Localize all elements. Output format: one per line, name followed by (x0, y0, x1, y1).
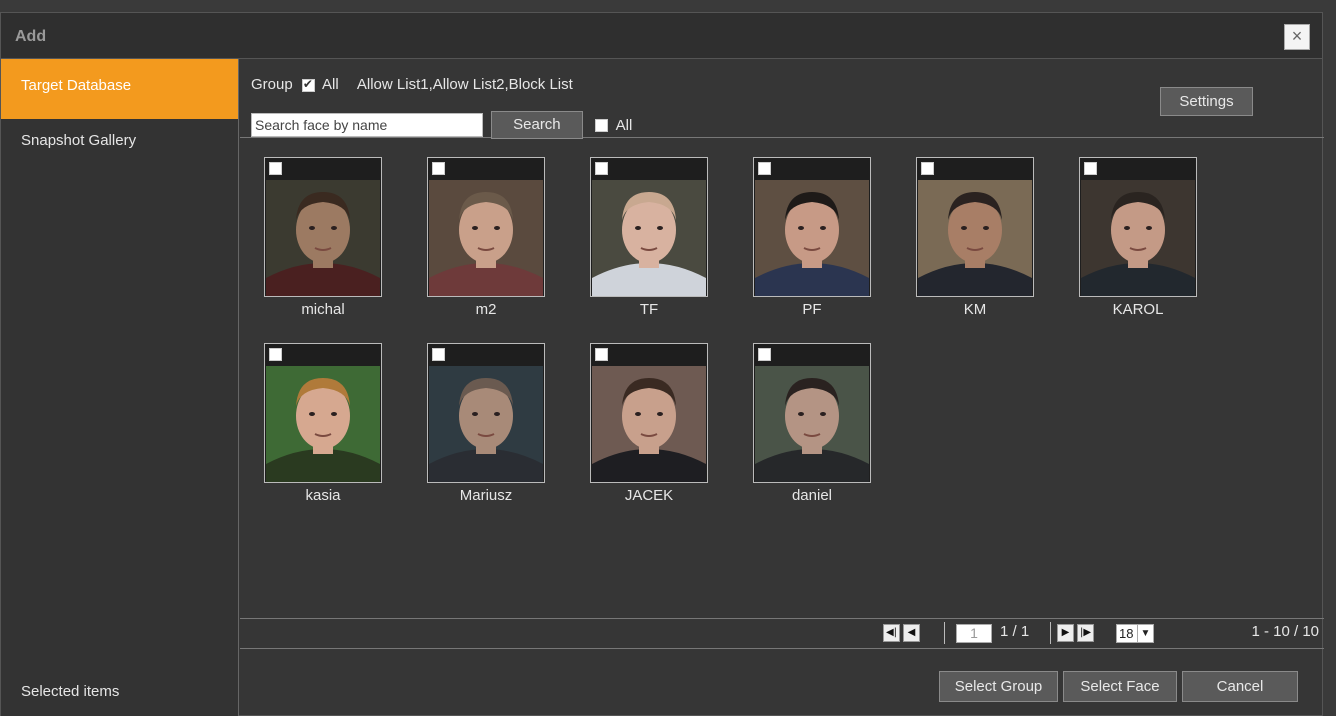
face-checkbox[interactable] (595, 348, 608, 361)
selected-items-label[interactable]: Selected items (21, 683, 119, 700)
face-photo[interactable] (264, 343, 382, 483)
face-photo[interactable] (427, 157, 545, 297)
face-portrait-image (592, 180, 706, 296)
add-dialog: Add × Target Database Snapshot Gallery S… (0, 12, 1324, 716)
face-name: m2 (475, 301, 497, 318)
face-tile[interactable]: daniel (753, 343, 871, 504)
sidebar-item-snapshot-gallery[interactable]: Snapshot Gallery (1, 119, 238, 178)
face-photo[interactable] (753, 343, 871, 483)
page-size-value: 18 (1119, 626, 1134, 641)
group-all-checkbox[interactable] (301, 77, 315, 92)
group-all-label: All (322, 76, 339, 93)
face-photo[interactable] (916, 157, 1034, 297)
sidebar-item-label: Target Database (21, 77, 132, 94)
face-tile[interactable]: JACEK (590, 343, 708, 504)
face-portrait-image (266, 180, 380, 296)
group-filter-row: Group All Allow List1,Allow List2,Block … (251, 76, 573, 93)
face-photo[interactable] (590, 157, 708, 297)
face-checkbox[interactable] (432, 348, 445, 361)
face-portrait-image (755, 366, 869, 482)
pager-divider (944, 622, 945, 644)
page-total: 1 / 1 (1000, 623, 1030, 640)
face-name: kasia (305, 487, 341, 504)
face-name: KM (963, 301, 987, 318)
face-name: Mariusz (459, 487, 513, 504)
face-grid: michal m2 TF PF KM KAROL kasia Mariusz JACEK dani… (240, 138, 1324, 618)
close-icon: × (1291, 26, 1303, 46)
face-photo[interactable] (590, 343, 708, 483)
main-panel: Group All Allow List1,Allow List2,Block … (240, 59, 1324, 716)
page-number-input[interactable]: 1 (956, 624, 992, 643)
face-name: michal (301, 301, 345, 318)
face-photo[interactable] (264, 157, 382, 297)
face-name: TF (639, 301, 659, 318)
face-tile[interactable]: KAROL (1079, 157, 1197, 318)
dialog-title: Add (15, 28, 47, 45)
pager-bar: ◀| ◀ 1 1 / 1 ▶ |▶ 18 ▼ 1 - 10 / 10 (240, 618, 1324, 649)
face-name: PF (802, 301, 822, 318)
face-checkbox[interactable] (595, 162, 608, 175)
face-checkbox[interactable] (1084, 162, 1097, 175)
face-portrait-image (755, 180, 869, 296)
face-name: daniel (791, 487, 833, 504)
face-portrait-image (429, 366, 543, 482)
face-photo[interactable] (753, 157, 871, 297)
sidebar-item-target-database[interactable]: Target Database (1, 59, 238, 119)
dialog-titlebar: Add × (1, 13, 1322, 59)
face-portrait-image (592, 366, 706, 482)
search-row: Search All (251, 111, 632, 139)
close-button[interactable]: × (1284, 24, 1310, 50)
group-label: Group (251, 76, 293, 93)
next-page-icon[interactable]: ▶ (1057, 624, 1074, 642)
face-tile[interactable]: TF (590, 157, 708, 318)
face-tile[interactable]: PF (753, 157, 871, 318)
select-face-button[interactable]: Select Face (1063, 671, 1177, 702)
face-portrait-image (1081, 180, 1195, 296)
group-list-text: Allow List1,Allow List2,Block List (356, 76, 573, 93)
sidebar: Target Database Snapshot Gallery Selecte… (1, 59, 239, 716)
face-portrait-image (918, 180, 1032, 296)
face-portrait-image (429, 180, 543, 296)
face-photo[interactable] (427, 343, 545, 483)
select-all-label: All (615, 116, 633, 134)
last-page-icon[interactable]: |▶ (1077, 624, 1094, 642)
face-checkbox[interactable] (758, 162, 771, 175)
face-name: JACEK (624, 487, 674, 504)
face-tile[interactable]: kasia (264, 343, 382, 504)
search-input[interactable] (251, 113, 483, 137)
face-checkbox[interactable] (432, 162, 445, 175)
page-size-select[interactable]: 18 ▼ (1116, 624, 1154, 643)
face-tile[interactable]: Mariusz (427, 343, 545, 504)
face-photo[interactable] (1079, 157, 1197, 297)
face-checkbox[interactable] (921, 162, 934, 175)
face-checkbox[interactable] (269, 162, 282, 175)
cancel-button[interactable]: Cancel (1182, 671, 1298, 702)
prev-page-icon[interactable]: ◀ (903, 624, 920, 642)
settings-button[interactable]: Settings (1160, 87, 1253, 116)
item-range: 1 - 10 / 10 (1251, 623, 1319, 640)
face-tile[interactable]: michal (264, 157, 382, 318)
face-checkbox[interactable] (269, 348, 282, 361)
search-button[interactable]: Search (490, 111, 583, 139)
face-tile[interactable]: KM (916, 157, 1034, 318)
face-checkbox[interactable] (758, 348, 771, 361)
sidebar-item-label: Snapshot Gallery (21, 132, 137, 149)
first-page-icon[interactable]: ◀| (883, 624, 900, 642)
chevron-down-icon: ▼ (1137, 625, 1153, 642)
select-all-checkbox[interactable] (594, 118, 608, 132)
toolbar: Group All Allow List1,Allow List2,Block … (240, 59, 1324, 139)
pager-divider (1050, 622, 1051, 644)
select-group-button[interactable]: Select Group (939, 671, 1058, 702)
face-name: KAROL (1112, 301, 1164, 318)
face-portrait-image (266, 366, 380, 482)
face-tile[interactable]: m2 (427, 157, 545, 318)
